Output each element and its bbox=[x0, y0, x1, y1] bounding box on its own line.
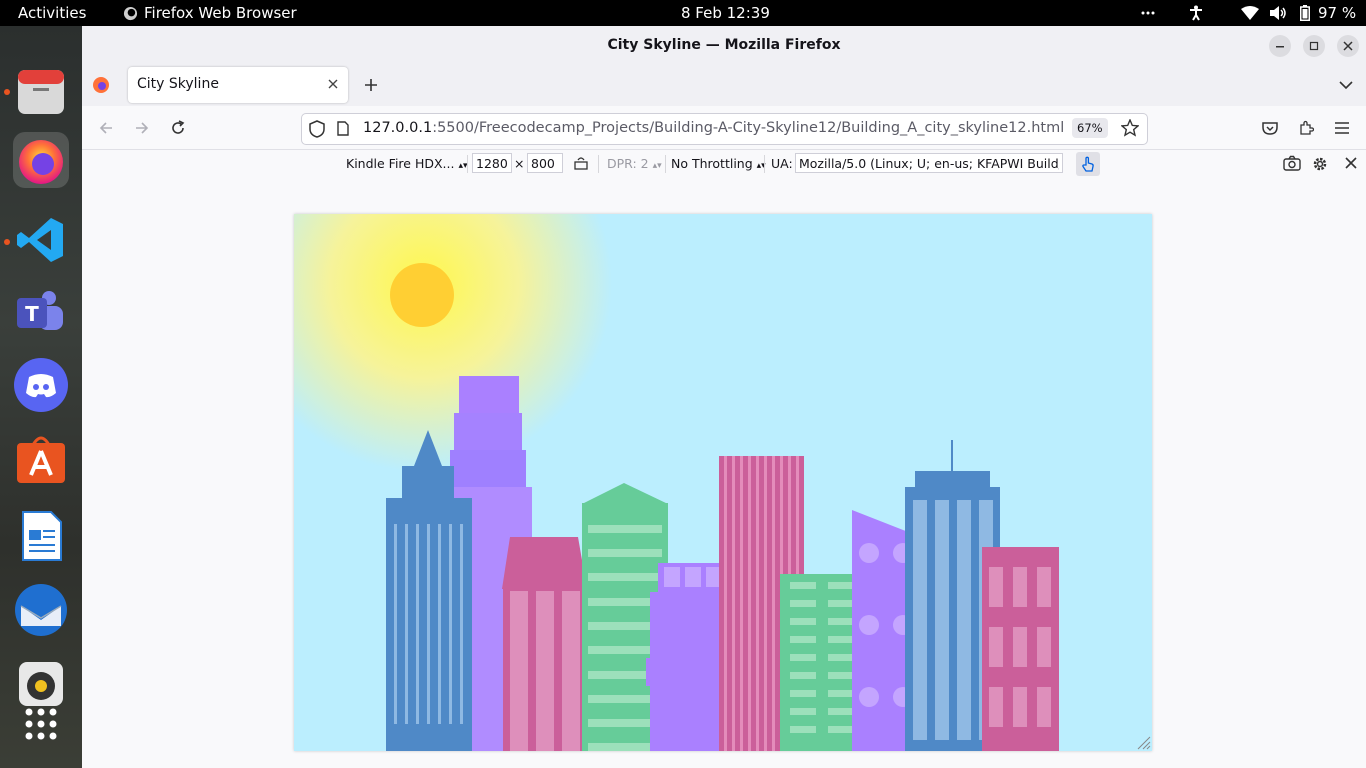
firefox-small-icon bbox=[122, 4, 138, 22]
user-agent-label: UA: bbox=[771, 156, 793, 171]
discord-app-icon[interactable] bbox=[13, 357, 69, 413]
tab-title: City Skyline bbox=[137, 76, 219, 92]
firefox-view-icon[interactable] bbox=[92, 76, 110, 94]
maximize-button[interactable] bbox=[1303, 35, 1325, 57]
firefox-app-icon[interactable] bbox=[13, 132, 69, 188]
title-bar[interactable]: City Skyline — Mozilla Firefox bbox=[82, 26, 1366, 64]
activities-button[interactable]: Activities bbox=[18, 4, 86, 22]
screenshot-icon[interactable] bbox=[1283, 155, 1301, 173]
throttling-value: No Throttling bbox=[671, 156, 753, 171]
running-indicator bbox=[4, 89, 10, 95]
wifi-icon[interactable] bbox=[1240, 4, 1260, 22]
rotate-viewport-icon[interactable] bbox=[573, 155, 589, 171]
separator bbox=[665, 155, 666, 173]
resize-handle-icon bbox=[1137, 736, 1151, 750]
pink-windowed-building bbox=[982, 547, 1059, 751]
extensions-icon[interactable] bbox=[1292, 114, 1320, 142]
device-selector[interactable]: Kindle Fire HDX... ▴▾ bbox=[346, 156, 468, 171]
dpr-selector-arrows: ▴▾ bbox=[652, 161, 662, 171]
page-info-icon[interactable] bbox=[337, 121, 351, 137]
volume-icon[interactable] bbox=[1268, 4, 1288, 22]
list-all-tabs-icon[interactable] bbox=[1337, 76, 1355, 94]
running-indicator bbox=[4, 239, 10, 245]
thunderbird-app-icon[interactable] bbox=[13, 582, 69, 638]
forward-icon[interactable] bbox=[128, 114, 156, 142]
shield-icon[interactable] bbox=[309, 120, 327, 138]
clock[interactable]: 8 Feb 12:39 bbox=[681, 4, 770, 22]
viewport-width-input[interactable] bbox=[472, 153, 512, 173]
tab-bar: City Skyline bbox=[82, 64, 1366, 106]
dimension-separator: × bbox=[514, 156, 525, 171]
pocket-icon[interactable] bbox=[1256, 114, 1284, 142]
accessibility-icon[interactable] bbox=[1186, 4, 1206, 22]
separator bbox=[598, 155, 599, 173]
touch-simulation-icon[interactable] bbox=[1076, 152, 1100, 176]
system-top-bar: Activities Firefox Web Browser 8 Feb 12:… bbox=[0, 0, 1366, 26]
writer-app-icon[interactable] bbox=[13, 508, 69, 564]
close-rdm-icon[interactable] bbox=[1343, 155, 1359, 171]
minimize-button[interactable] bbox=[1269, 35, 1291, 57]
battery-icon[interactable] bbox=[1298, 4, 1312, 22]
dpr-selector[interactable]: DPR: 2 ▴▾ bbox=[607, 156, 662, 171]
more-icon[interactable] bbox=[1138, 4, 1158, 22]
app-menu[interactable]: Firefox Web Browser bbox=[144, 4, 297, 22]
bookmark-star-icon[interactable] bbox=[1120, 118, 1141, 139]
skyline-illustration bbox=[386, 376, 1151, 751]
vscode-app-icon[interactable] bbox=[13, 212, 69, 268]
battery-percent: 97 % bbox=[1318, 4, 1357, 22]
window-title: City Skyline — Mozilla Firefox bbox=[607, 37, 841, 53]
files-app-icon[interactable] bbox=[13, 64, 69, 120]
navigation-toolbar: 127.0.0.1:5500/Freecodecamp_Projects/Bui… bbox=[82, 106, 1366, 150]
svg-text:T: T bbox=[25, 302, 39, 326]
url-host: 127.0.0.1 bbox=[363, 120, 433, 136]
reload-icon[interactable] bbox=[164, 114, 192, 142]
hamburger-menu-icon[interactable] bbox=[1328, 114, 1356, 142]
back-icon[interactable] bbox=[92, 114, 120, 142]
new-tab-icon[interactable] bbox=[362, 76, 380, 94]
firefox-window: City Skyline — Mozilla Firefox City Skyl… bbox=[82, 26, 1366, 768]
url-path: :5500/Freecodecamp_Projects/Building-A-C… bbox=[432, 120, 1065, 136]
url-bar[interactable]: 127.0.0.1:5500/Freecodecamp_Projects/Bui… bbox=[301, 113, 1148, 145]
user-agent-input[interactable] bbox=[795, 153, 1063, 173]
responsive-viewport-area bbox=[82, 178, 1366, 768]
zoom-indicator[interactable]: 67% bbox=[1072, 118, 1108, 138]
url-text[interactable]: 127.0.0.1:5500/Freecodecamp_Projects/Bui… bbox=[363, 120, 1064, 136]
tab-city-skyline[interactable]: City Skyline bbox=[128, 67, 348, 103]
settings-gear-icon[interactable] bbox=[1311, 155, 1329, 173]
device-name: Kindle Fire HDX... bbox=[346, 156, 455, 171]
dpr-value: DPR: 2 bbox=[607, 156, 649, 171]
viewport-height-input[interactable] bbox=[527, 153, 563, 173]
separator bbox=[467, 155, 468, 173]
close-tab-icon[interactable] bbox=[326, 77, 340, 91]
responsive-design-toolbar: Kindle Fire HDX... ▴▾ × DPR: 2 ▴▾ No Thr… bbox=[82, 150, 1366, 179]
software-store-app-icon[interactable] bbox=[13, 431, 69, 487]
network-throttling-selector[interactable]: No Throttling ▴▾ bbox=[671, 156, 766, 171]
dock: T bbox=[0, 26, 82, 768]
separator bbox=[764, 155, 765, 173]
show-applications-icon[interactable] bbox=[13, 700, 69, 756]
teams-app-icon[interactable]: T bbox=[13, 284, 69, 340]
close-window-button[interactable] bbox=[1337, 35, 1359, 57]
city-skyline-page bbox=[294, 214, 1152, 751]
pink-roof-building bbox=[502, 537, 587, 751]
